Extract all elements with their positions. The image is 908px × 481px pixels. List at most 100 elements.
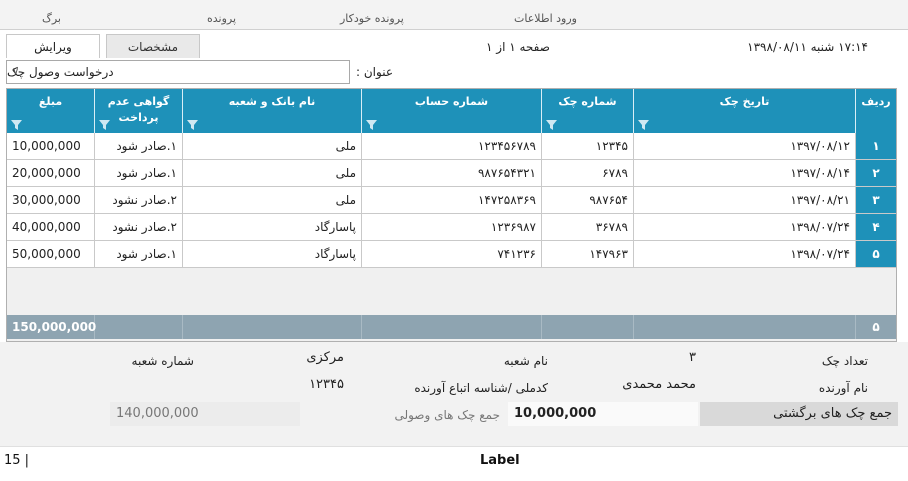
check-count-label: تعداد چک bbox=[821, 354, 868, 368]
grid-total-row: 150,000,000 ۵ bbox=[7, 315, 896, 339]
filter-icon[interactable] bbox=[366, 120, 377, 130]
header-non-payment[interactable]: گواهی عدم پرداخت bbox=[95, 89, 183, 133]
cell-non-payment[interactable]: ۱.صادر شود bbox=[95, 160, 183, 186]
branch-no-label: شماره شعبه bbox=[131, 354, 194, 368]
header-bank[interactable]: نام بانک و شعبه bbox=[183, 89, 362, 133]
datetime: ۱۷:۱۴ شنبه ۱۳۹۸/۰۸/۱۱ bbox=[747, 40, 868, 54]
cell-account[interactable]: ۱۲۳۶۹۸۷ bbox=[362, 214, 542, 240]
total-empty bbox=[183, 315, 362, 339]
title-label: عنوان : bbox=[356, 65, 393, 79]
top-menu-strip: برگ پرونده پرونده خودکار ورود اطلاعات bbox=[0, 0, 908, 30]
header-date-label: تاریخ چک bbox=[719, 95, 770, 108]
check-count-value: ۳ bbox=[689, 350, 696, 365]
cell-bank[interactable]: ملی bbox=[183, 133, 362, 159]
title-select[interactable]: ∨ درخواست وصول چک bbox=[6, 60, 350, 84]
header-non-payment-label: گواهی عدم پرداخت bbox=[107, 95, 170, 124]
cell-amount[interactable]: 20,000,000 bbox=[7, 160, 95, 186]
total-empty bbox=[362, 315, 542, 339]
cell-rowno[interactable]: ۵ bbox=[856, 241, 896, 267]
cell-amount[interactable]: 40,000,000 bbox=[7, 214, 95, 240]
cell-account[interactable]: ۱۲۳۴۵۶۷۸۹ bbox=[362, 133, 542, 159]
header-account[interactable]: شماره حساب bbox=[362, 89, 542, 133]
cell-check-no[interactable]: ۶۷۸۹ bbox=[542, 160, 634, 186]
cell-rowno[interactable]: ۱ bbox=[856, 133, 896, 159]
national-id-label: کدملی /شناسه اتباع آورنده bbox=[414, 381, 548, 395]
filter-icon[interactable] bbox=[638, 120, 649, 130]
table-row[interactable]: 50,000,000 ۱.صادر شود پاسارگاد ۷۴۱۲۳۶ ۱۴۷۹۶۳… bbox=[7, 241, 896, 268]
table-row[interactable]: 30,000,000 ۲.صادر نشود ملی ۱۴۷۲۵۸۳۶۹ ۹۸۷۶۵۴ ۱… bbox=[7, 187, 896, 214]
tab-edit[interactable]: ویرایش bbox=[6, 34, 100, 58]
cell-date[interactable]: ۱۳۹۷/۰۸/۱۲ bbox=[634, 133, 856, 159]
cell-date[interactable]: ۱۳۹۷/۰۸/۲۱ bbox=[634, 187, 856, 213]
check-collection-form: برگ پرونده پرونده خودکار ورود اطلاعات وی… bbox=[0, 0, 908, 481]
cell-date[interactable]: ۱۳۹۸/۰۷/۲۴ bbox=[634, 241, 856, 267]
grid-header: مبلغ گواهی عدم پرداخت نام بانک و شعبه شم… bbox=[7, 89, 896, 133]
cell-bank[interactable]: ملی bbox=[183, 187, 362, 213]
header-account-label: شماره حساب bbox=[414, 95, 489, 108]
header-date[interactable]: تاریخ چک bbox=[634, 89, 856, 133]
returned-label: جمع چک های برگشتی bbox=[700, 402, 898, 426]
summary-panel: تعداد چک ۳ نام شعبه مرکزی شماره شعبه نام… bbox=[0, 342, 908, 446]
cell-check-no[interactable]: ۳۶۷۸۹ bbox=[542, 214, 634, 240]
cell-date[interactable]: ۱۳۹۸/۰۷/۲۴ bbox=[634, 214, 856, 240]
top-tab-auto-file[interactable]: پرونده خودکار bbox=[340, 12, 404, 25]
cell-check-no[interactable]: ۱۴۷۹۶۳ bbox=[542, 241, 634, 267]
top-tab-barg[interactable]: برگ bbox=[42, 12, 61, 25]
cell-check-no[interactable]: ۱۲۳۴۵ bbox=[542, 133, 634, 159]
cell-date[interactable]: ۱۳۹۷/۰۸/۱۴ bbox=[634, 160, 856, 186]
chevron-down-icon: ∨ bbox=[12, 66, 20, 77]
cell-bank[interactable]: پاسارگاد bbox=[183, 214, 362, 240]
total-empty bbox=[634, 315, 856, 339]
collected-label: جمع چک های وصولی bbox=[394, 408, 500, 422]
header-bank-label: نام بانک و شعبه bbox=[228, 95, 316, 108]
header-check-no-label: شماره چک bbox=[558, 95, 617, 108]
tabs-row: ویرایش مشخصات صفحه ۱ از ۱ ۱۷:۱۴ شنبه ۱۳۹… bbox=[0, 30, 908, 58]
cell-rowno[interactable]: ۲ bbox=[856, 160, 896, 186]
cell-account[interactable]: ۱۴۷۲۵۸۳۶۹ bbox=[362, 187, 542, 213]
cell-amount[interactable]: 50,000,000 bbox=[7, 241, 95, 267]
table-row[interactable]: 20,000,000 ۱.صادر شود ملی ۹۸۷۶۵۴۳۲۱ ۶۷۸۹ ۱۳۹۷… bbox=[7, 160, 896, 187]
cell-bank[interactable]: ملی bbox=[183, 160, 362, 186]
branch-name-value: مرکزی bbox=[306, 350, 344, 365]
total-count: ۵ bbox=[872, 320, 880, 334]
footer-left: 15 | bbox=[4, 453, 30, 468]
page-info: صفحه ۱ از ۱ bbox=[486, 40, 550, 54]
header-rowno: ردیف bbox=[856, 89, 896, 133]
cell-amount[interactable]: 10,000,000 bbox=[7, 133, 95, 159]
cell-bank[interactable]: پاسارگاد bbox=[183, 241, 362, 267]
top-tab-data-entry[interactable]: ورود اطلاعات bbox=[514, 12, 577, 25]
checks-grid: مبلغ گواهی عدم پرداخت نام بانک و شعبه شم… bbox=[6, 88, 897, 342]
cell-non-payment[interactable]: ۱.صادر شود bbox=[95, 133, 183, 159]
cell-rowno[interactable]: ۴ bbox=[856, 214, 896, 240]
footer: 15 | Label bbox=[0, 446, 908, 481]
total-empty bbox=[95, 315, 183, 339]
filter-icon[interactable] bbox=[11, 120, 22, 130]
table-row[interactable]: 10,000,000 ۱.صادر شود ملی ۱۲۳۴۵۶۷۸۹ ۱۲۳۴۵ ۱۳۹… bbox=[7, 133, 896, 160]
header-amount[interactable]: مبلغ bbox=[7, 89, 95, 133]
returned-value: 10,000,000 bbox=[508, 402, 698, 426]
cell-non-payment[interactable]: ۱.صادر شود bbox=[95, 241, 183, 267]
tab-details[interactable]: مشخصات bbox=[106, 34, 200, 58]
cell-non-payment[interactable]: ۲.صادر نشود bbox=[95, 187, 183, 213]
filter-icon[interactable] bbox=[546, 120, 557, 130]
cell-rowno[interactable]: ۳ bbox=[856, 187, 896, 213]
cell-check-no[interactable]: ۹۸۷۶۵۴ bbox=[542, 187, 634, 213]
branch-name-label: نام شعبه bbox=[503, 354, 548, 368]
total-empty bbox=[542, 315, 634, 339]
branch-no-value: ۱۲۳۴۵ bbox=[309, 377, 344, 392]
total-amount: 150,000,000 bbox=[7, 315, 96, 339]
footer-label: Label bbox=[480, 453, 520, 468]
cell-non-payment[interactable]: ۲.صادر نشود bbox=[95, 214, 183, 240]
cell-account[interactable]: ۹۸۷۶۵۴۳۲۱ bbox=[362, 160, 542, 186]
top-tab-parvandeh[interactable]: پرونده bbox=[207, 12, 236, 25]
collected-value: 140,000,000 bbox=[110, 402, 300, 426]
header-check-no[interactable]: شماره چک bbox=[542, 89, 634, 133]
cell-amount[interactable]: 30,000,000 bbox=[7, 187, 95, 213]
filter-icon[interactable] bbox=[187, 120, 198, 130]
cell-account[interactable]: ۷۴۱۲۳۶ bbox=[362, 241, 542, 267]
bringer-name-label: نام آورنده bbox=[818, 381, 868, 395]
table-row[interactable]: 40,000,000 ۲.صادر نشود پاسارگاد ۱۲۳۶۹۸۷ ۳۶۷۸… bbox=[7, 214, 896, 241]
filter-icon[interactable] bbox=[99, 120, 110, 130]
title-select-value: درخواست وصول چک bbox=[7, 65, 114, 79]
title-row: ∨ درخواست وصول چک عنوان : bbox=[0, 58, 908, 88]
